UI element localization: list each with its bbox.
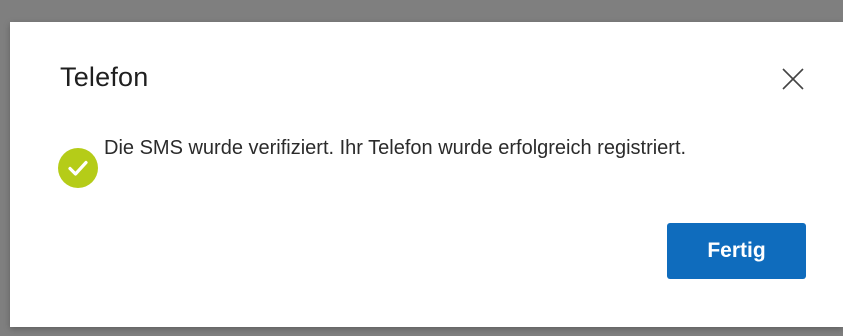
phone-dialog: Telefon Die SMS wurde verifiziert. Ihr T… [10, 22, 843, 327]
close-icon[interactable] [780, 66, 806, 92]
done-button[interactable]: Fertig [667, 223, 806, 279]
status-message-row: Die SMS wurde verifiziert. Ihr Telefon w… [58, 132, 758, 188]
dialog-title: Telefon [60, 62, 149, 92]
status-message: Die SMS wurde verifiziert. Ihr Telefon w… [104, 137, 687, 159]
check-circle-icon [58, 148, 98, 188]
